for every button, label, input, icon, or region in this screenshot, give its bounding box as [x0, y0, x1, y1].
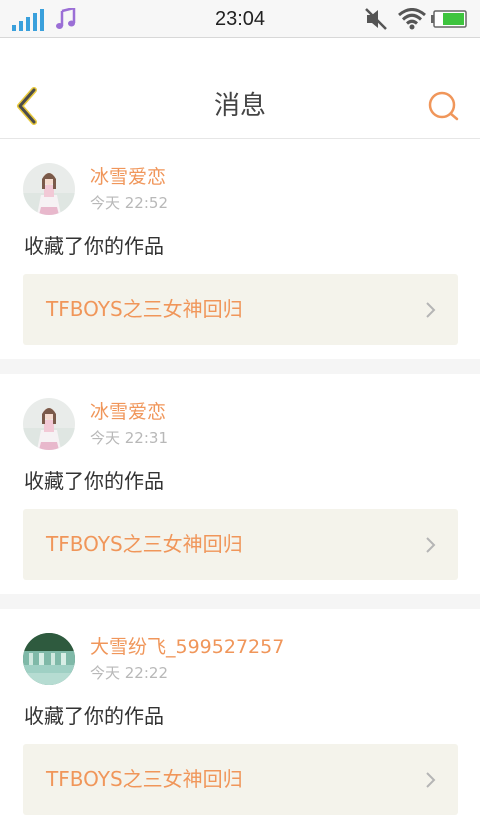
avatar[interactable] [23, 633, 75, 685]
work-link[interactable]: TFBOYS之三女神回归 [23, 509, 458, 580]
girl-photo-image [23, 163, 75, 215]
timestamp: 今天 22:22 [90, 664, 168, 682]
work-title: TFBOYS之三女神回归 [46, 297, 243, 321]
message-list: 冰雪爱恋 今天 22:52 收藏了你的作品 TFBOYS之三女神回归 冰雪爱恋 … [0, 139, 480, 829]
back-button[interactable] [10, 86, 48, 126]
message-item: 冰雪爱恋 今天 22:31 收藏了你的作品 TFBOYS之三女神回归 [0, 374, 480, 594]
chevron-left-icon [17, 87, 37, 125]
chevron-right-icon [426, 772, 436, 788]
timestamp: 今天 22:31 [90, 429, 168, 447]
action-text: 收藏了你的作品 [24, 469, 164, 493]
search-icon [428, 91, 459, 121]
chevron-right-icon [426, 302, 436, 318]
message-item: 大雪纷飞_599527257 今天 22:22 收藏了你的作品 TFBOYS之三… [0, 609, 480, 829]
waterfall-photo-image [23, 633, 75, 685]
action-text: 收藏了你的作品 [24, 234, 164, 258]
avatar[interactable] [23, 163, 75, 215]
work-link[interactable]: TFBOYS之三女神回归 [23, 274, 458, 345]
work-link[interactable]: TFBOYS之三女神回归 [23, 744, 458, 815]
timestamp: 今天 22:52 [90, 194, 168, 212]
work-title: TFBOYS之三女神回归 [46, 532, 243, 556]
work-title: TFBOYS之三女神回归 [46, 767, 243, 791]
username[interactable]: 冰雪爱恋 [90, 400, 166, 424]
header: 消息 [0, 38, 480, 139]
message-item: 冰雪爱恋 今天 22:52 收藏了你的作品 TFBOYS之三女神回归 [0, 139, 480, 359]
chevron-right-icon [426, 537, 436, 553]
avatar[interactable] [23, 398, 75, 450]
username[interactable]: 冰雪爱恋 [90, 165, 166, 189]
status-bar: 23:04 [0, 0, 480, 38]
wifi-icon [398, 8, 426, 34]
mute-icon [364, 7, 388, 35]
search-button[interactable] [424, 88, 464, 124]
girl-photo-image [23, 398, 75, 450]
battery-icon [431, 10, 467, 32]
action-text: 收藏了你的作品 [24, 704, 164, 728]
separator [0, 594, 480, 609]
page-title: 消息 [213, 91, 266, 121]
username[interactable]: 大雪纷飞_599527257 [90, 635, 284, 659]
separator [0, 359, 480, 374]
